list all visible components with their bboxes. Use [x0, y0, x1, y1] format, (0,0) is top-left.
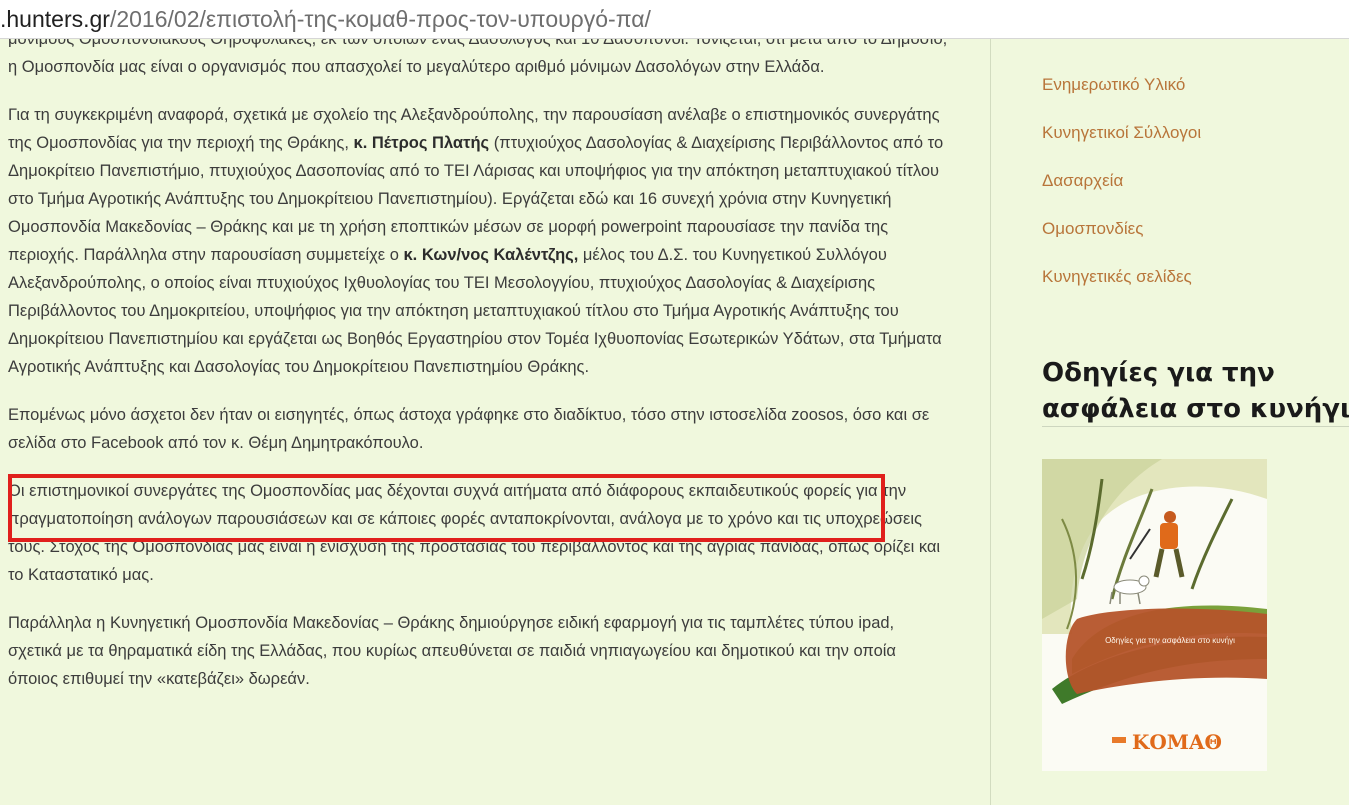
widget-title: Οδηγίες για την ασφάλεια στο κυνήγι: [1042, 355, 1349, 427]
sidebar-link[interactable]: Ενημερωτικό Υλικό: [1042, 75, 1185, 94]
url-path: /2016/02/επιστολή-της-κομαθ-προς-τον-υπο…: [109, 6, 651, 32]
sidebar-divider: [990, 39, 991, 805]
paragraph-text: (πτυχιούχος Δασολογίας & Διαχείρισης Περ…: [8, 134, 944, 264]
address-bar[interactable]: .hunters.gr/2016/02/επιστολή-της-κομαθ-π…: [0, 0, 1349, 39]
article-paragraph-2: Για τη συγκεκριμένη αναφορά, σχετικά με …: [8, 101, 948, 381]
red-highlight-box: [8, 474, 885, 542]
widget-title-line: Οδηγίες για την: [1042, 358, 1275, 388]
booklet-illustration: Οδηγίες για την ασφάλεια στο κυνήγι ΚΟΜΑ…: [1042, 459, 1267, 771]
paragraph-text: μέλος του Δ.Σ. του Κυνηγετικού Συλλόγου …: [8, 246, 942, 376]
sidebar-item-hunting-clubs[interactable]: Κυνηγετικοί Σύλλογοι: [1042, 109, 1201, 157]
sidebar-link[interactable]: Δασαρχεία: [1042, 171, 1123, 190]
sidebar-item-hunting-pages[interactable]: Κυνηγετικές σελίδες: [1042, 253, 1201, 301]
bold-name-platis: κ. Πέτρος Πλατής: [353, 134, 490, 152]
article-paragraph-1: μόνιμους Ομοσπονδιακούς Θηροφύλακες, εκ …: [8, 39, 948, 76]
sidebar-item-forestry-offices[interactable]: Δασαρχεία: [1042, 157, 1201, 205]
bold-name-kalentzis: κ. Κων/νος Καλέντζης,: [403, 246, 579, 264]
article-body: μόνιμους Ομοσπονδιακούς Θηροφύλακες, εκ …: [8, 39, 948, 713]
sidebar-links: Ενημερωτικό Υλικό Κυνηγετικοί Σύλλογοι Δ…: [1042, 61, 1201, 301]
widget-title-underline: [1042, 426, 1349, 427]
sidebar-link[interactable]: Ομοσπονδίες: [1042, 219, 1143, 238]
article-paragraph-5: Παράλληλα η Κυνηγετική Ομοσπονδία Μακεδο…: [8, 614, 896, 688]
sidebar-item-federations[interactable]: Ομοσπονδίες: [1042, 205, 1201, 253]
article-paragraph-3-highlighted: Επομένως μόνο άσχετοι δεν ήταν οι εισηγη…: [8, 406, 930, 452]
widget-title-line: ασφάλεια στο κυνήγι: [1042, 394, 1349, 424]
sidebar-link[interactable]: Κυνηγετικές σελίδες: [1042, 267, 1192, 286]
sidebar-item-info-material[interactable]: Ενημερωτικό Υλικό: [1042, 61, 1201, 109]
booklet-logo-text: ΚΟΜΑΘ: [1132, 730, 1222, 754]
sidebar-link[interactable]: Κυνηγετικοί Σύλλογοι: [1042, 123, 1201, 142]
page-viewport: μόνιμους Ομοσπονδιακούς Θηροφύλακες, εκ …: [0, 39, 1349, 805]
url-domain: .hunters.gr: [0, 6, 110, 32]
safety-booklet-cover[interactable]: Οδηγίες για την ασφάλεια στο κυνήγι ΚΟΜΑ…: [1042, 459, 1267, 771]
booklet-cover-title: Οδηγίες για την ασφάλεια στο κυνήγι: [1105, 636, 1235, 645]
